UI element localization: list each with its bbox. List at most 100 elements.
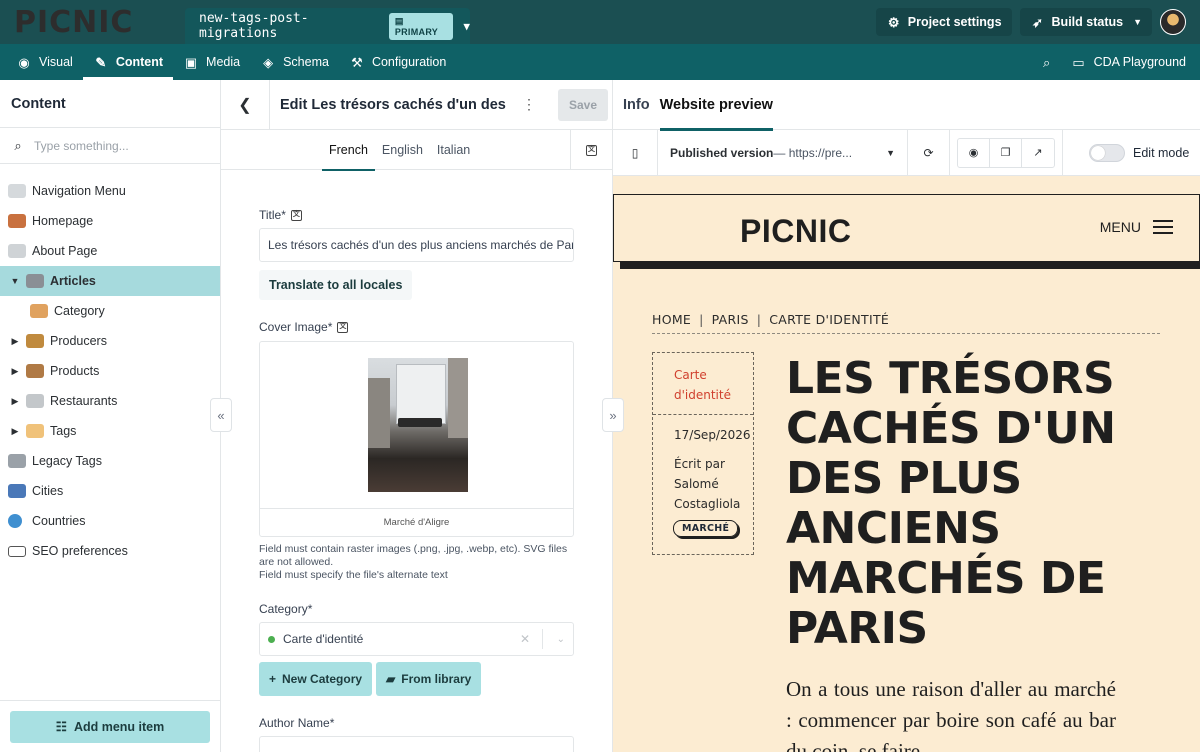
category-label: Category* bbox=[259, 602, 313, 616]
caret-right-icon[interactable]: ▶ bbox=[8, 396, 22, 407]
search-icon: ⌕ bbox=[14, 138, 22, 153]
city-icon bbox=[8, 484, 26, 498]
folder-icon: ▰ bbox=[386, 672, 396, 686]
save-button[interactable]: Save bbox=[558, 88, 608, 121]
environment-switcher[interactable]: new-tags-post-migrations ▤ PRIMARY ▼ bbox=[185, 8, 470, 44]
sidebar-item-restaurants[interactable]: ▶ Restaurants bbox=[0, 386, 220, 416]
cover-image-thumbnail[interactable] bbox=[368, 358, 468, 492]
edit-icon: ✎ bbox=[95, 54, 107, 70]
website-preview-frame[interactable]: PICNIC MENU HOME | PARIS | CARTE D'IDENT… bbox=[613, 176, 1200, 752]
tab-english[interactable]: English bbox=[375, 130, 430, 170]
sidebar-item-about-page[interactable]: About Page bbox=[0, 236, 220, 266]
refresh-button[interactable]: ⟳ bbox=[908, 129, 950, 176]
breadcrumb-home[interactable]: HOME bbox=[652, 312, 691, 327]
image-icon: ▣ bbox=[184, 54, 198, 70]
back-button[interactable]: ❮ bbox=[221, 79, 270, 130]
site-menu-button[interactable]: MENU bbox=[1100, 219, 1173, 235]
cda-playground-link[interactable]: ▭ CDA Playground bbox=[1071, 44, 1186, 80]
sidebar-item-navigation-menu[interactable]: Navigation Menu bbox=[0, 176, 220, 206]
chevrons-right-icon: » bbox=[609, 407, 617, 423]
breadcrumb-category[interactable]: CARTE D'IDENTITÉ bbox=[769, 312, 889, 327]
eye-icon[interactable]: ◉ bbox=[958, 138, 990, 167]
cover-image-label: Cover Image* 文 bbox=[259, 320, 349, 334]
collapse-sidebar-handle[interactable]: « bbox=[210, 398, 232, 432]
nav-schema[interactable]: ◈ Schema bbox=[250, 44, 339, 80]
site-header: PICNIC MENU bbox=[613, 194, 1200, 262]
more-options-icon[interactable]: ⋮ bbox=[522, 96, 536, 113]
avatar[interactable] bbox=[1160, 9, 1186, 35]
help-text: Field must contain raster images (.png, … bbox=[259, 543, 568, 581]
record-editor: ❮ Edit Les trésors cachés d'un des ⋮ Sav… bbox=[221, 79, 613, 752]
caret-right-icon[interactable]: ▶ bbox=[8, 336, 22, 347]
new-category-button[interactable]: + New Category bbox=[259, 662, 373, 696]
caret-right-icon[interactable]: ▶ bbox=[8, 426, 22, 437]
environment-name: new-tags-post-migrations bbox=[199, 11, 309, 41]
search-input[interactable]: Type something... bbox=[34, 139, 129, 153]
build-status-button[interactable]: ➶ Build status ▼ bbox=[1019, 8, 1152, 36]
sidebar-search[interactable]: ⌕ Type something... bbox=[0, 128, 220, 164]
add-menu-item-button[interactable]: ☷ Add menu item bbox=[10, 710, 210, 743]
sidebar-item-homepage[interactable]: Homepage bbox=[0, 206, 220, 236]
translate-to-all-locales-button[interactable]: Translate to all locales bbox=[259, 270, 413, 300]
mobile-view-button[interactable]: ▯ bbox=[613, 129, 658, 176]
copy-icon[interactable]: ❐ bbox=[990, 138, 1022, 167]
tab-website-preview[interactable]: Website preview bbox=[659, 80, 774, 131]
chevron-down-icon: ▼ bbox=[886, 147, 895, 158]
clear-icon[interactable]: ✕ bbox=[520, 629, 543, 649]
cutlery-icon bbox=[26, 394, 44, 408]
preview-panel: Info Website preview ▯ Published version… bbox=[613, 80, 1200, 752]
hamburger-icon bbox=[1153, 220, 1173, 234]
nav-visual[interactable]: ◉ Visual bbox=[6, 44, 83, 80]
nav-configuration[interactable]: ⚒ Configuration bbox=[339, 44, 456, 80]
nav-content[interactable]: ✎ Content bbox=[82, 44, 174, 80]
title-label: Title* 文 bbox=[259, 208, 302, 222]
translate-icon[interactable]: 文 bbox=[570, 130, 612, 170]
newspaper-icon bbox=[26, 274, 44, 288]
search-icon[interactable]: ⌕ bbox=[1039, 54, 1055, 70]
tab-french[interactable]: French bbox=[322, 130, 375, 171]
editor-title: Edit Les trésors cachés d'un des bbox=[280, 96, 506, 113]
chevron-left-icon: ❮ bbox=[238, 96, 252, 114]
from-library-button[interactable]: ▰ From library bbox=[376, 662, 482, 696]
sidebar-item-tags[interactable]: ▶ Tags bbox=[0, 416, 220, 446]
article-body: On a tous une raison d'aller au marché :… bbox=[786, 677, 1116, 752]
sidebar-item-cities[interactable]: Cities bbox=[0, 476, 220, 506]
list-add-icon: ☷ bbox=[55, 720, 67, 734]
translate-icon: 文 bbox=[290, 209, 302, 221]
sidebar-item-countries[interactable]: Countries bbox=[0, 506, 220, 536]
version-select[interactable]: Published version — https://pre... ▼ bbox=[658, 129, 908, 176]
skull-icon bbox=[8, 454, 26, 468]
environment-badge: ▤ PRIMARY bbox=[388, 12, 454, 40]
sidebar-item-category[interactable]: Category bbox=[0, 296, 220, 326]
chevron-down-icon[interactable]: ⌄ bbox=[543, 634, 565, 645]
article-category[interactable]: Carte d'identité bbox=[653, 353, 753, 415]
sidebar-item-seo-preferences[interactable]: SEO preferences bbox=[0, 536, 220, 566]
tab-info[interactable]: Info bbox=[623, 80, 650, 130]
external-link-icon[interactable]: ↗ bbox=[1022, 139, 1054, 167]
package-icon bbox=[26, 364, 44, 378]
sidebar-item-articles[interactable]: ▼ Articles bbox=[0, 266, 220, 296]
project-settings-button[interactable]: ⚙ Project settings bbox=[875, 8, 1012, 36]
breadcrumb-paris[interactable]: PARIS bbox=[712, 312, 749, 327]
article-tag[interactable]: MARCHÉ bbox=[673, 520, 739, 537]
sidebar-item-products[interactable]: ▶ Products bbox=[0, 356, 220, 386]
nav-media[interactable]: ▣ Media bbox=[173, 44, 250, 80]
cover-image-field[interactable]: Marché d'Aligre bbox=[259, 341, 574, 537]
title-input[interactable]: Les trésors cachés d'un des plus anciens… bbox=[259, 228, 574, 262]
edit-mode-toggle[interactable] bbox=[1089, 143, 1125, 162]
category-select[interactable]: Carte d'identité ✕ ⌄ bbox=[259, 622, 574, 656]
refresh-icon: ⟳ bbox=[923, 145, 934, 160]
link-icon bbox=[8, 184, 26, 198]
app-logo[interactable]: PICNIC bbox=[0, 0, 185, 44]
tab-italian[interactable]: Italian bbox=[430, 130, 477, 170]
sidebar-title: Content bbox=[0, 80, 220, 128]
site-logo[interactable]: PICNIC bbox=[740, 213, 851, 250]
caret-right-icon[interactable]: ▶ bbox=[8, 366, 22, 377]
caret-down-icon[interactable]: ▼ bbox=[8, 276, 22, 286]
sidebar-item-producers[interactable]: ▶ Producers bbox=[0, 326, 220, 356]
sidebar-item-legacy-tags[interactable]: Legacy Tags bbox=[0, 446, 220, 476]
author-name-input[interactable] bbox=[259, 736, 574, 752]
breadcrumb: HOME | PARIS | CARTE D'IDENTITÉ bbox=[652, 312, 1160, 334]
collapse-preview-handle[interactable]: » bbox=[602, 398, 624, 432]
content-sidebar: Content ⌕ Type something... Navigation M… bbox=[0, 80, 221, 752]
